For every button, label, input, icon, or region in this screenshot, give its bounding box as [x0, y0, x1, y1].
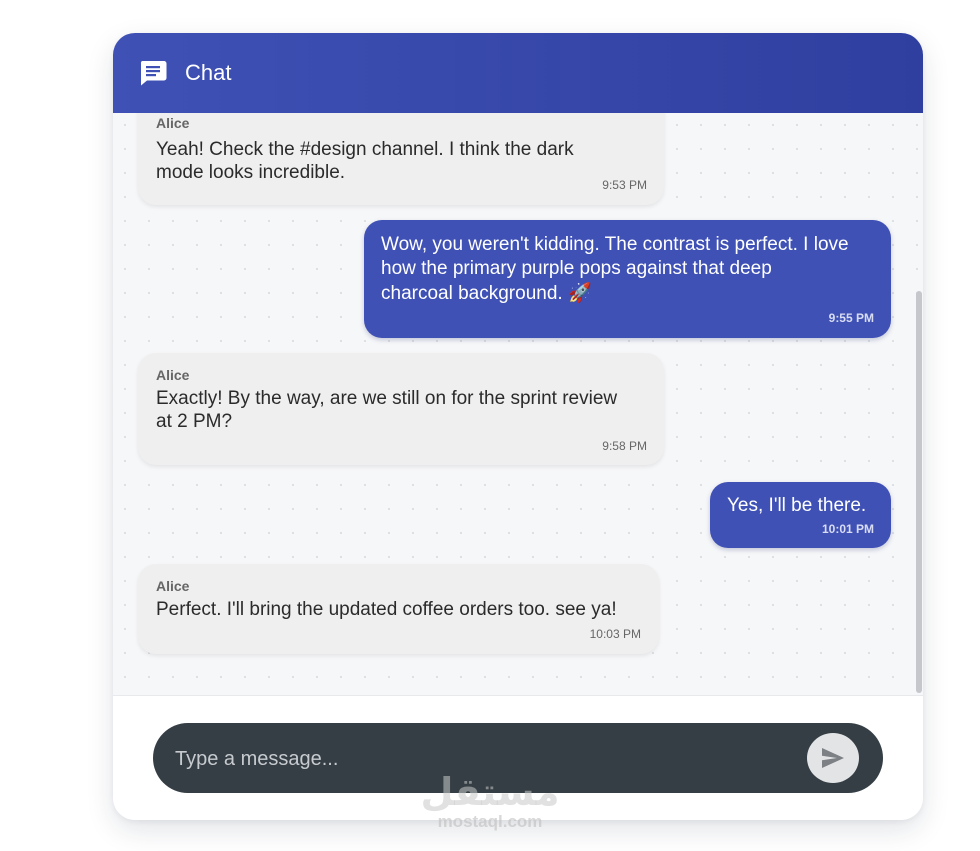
message-bubble-incoming: Alice Yeah! Check the #design channel. I… — [138, 113, 664, 205]
message-timestamp: 9:53 PM — [602, 178, 647, 192]
message-text-line: Yes, I'll be there. — [727, 495, 867, 516]
message-sender: Alice — [156, 115, 190, 131]
scrollbar-thumb[interactable] — [916, 291, 922, 693]
message-list[interactable]: Alice Yeah! Check the #design channel. I… — [113, 113, 923, 695]
message-text-line: Yeah! Check the #design channel. I think… — [156, 139, 574, 160]
message-bubble-incoming: Alice Exactly! By the way, are we still … — [138, 353, 664, 465]
message-timestamp: 9:58 PM — [602, 439, 647, 453]
message-bubble-outgoing: Wow, you weren't kidding. The contrast i… — [364, 220, 891, 338]
chat-window: Chat Alice Yeah! Check the #design chann… — [113, 33, 923, 820]
message-timestamp: 10:01 PM — [821, 522, 874, 536]
message-input-container — [153, 723, 883, 793]
message-timestamp: 10:03 PM — [589, 627, 641, 641]
message-text-line: how the primary purple pops against that… — [381, 258, 772, 279]
message-text-line: Perfect. I'll bring the updated coffee o… — [156, 599, 617, 620]
message-text-line: mode looks incredible. — [156, 162, 346, 183]
message-sender: Alice — [156, 578, 190, 594]
message-text-line: at 2 PM? — [156, 411, 233, 432]
chat-bubble-icon — [139, 60, 167, 86]
message-text-line: Exactly! By the way, are we still on for… — [156, 388, 618, 409]
message-bubble-outgoing: Yes, I'll be there. 10:01 PM — [710, 482, 891, 548]
message-text-line: Wow, you weren't kidding. The contrast i… — [381, 234, 849, 255]
message-timestamp: 9:55 PM — [828, 311, 874, 325]
send-icon — [822, 748, 844, 768]
composer — [113, 695, 923, 820]
message-text-line: charcoal background. 🚀 — [381, 283, 592, 304]
chat-header: Chat — [113, 33, 923, 113]
chat-title: Chat — [185, 60, 232, 85]
message-input[interactable] — [173, 738, 787, 780]
message-sender: Alice — [156, 367, 190, 383]
message-bubble-incoming: Alice Perfect. I'll bring the updated co… — [138, 564, 659, 654]
send-button[interactable] — [807, 733, 859, 783]
